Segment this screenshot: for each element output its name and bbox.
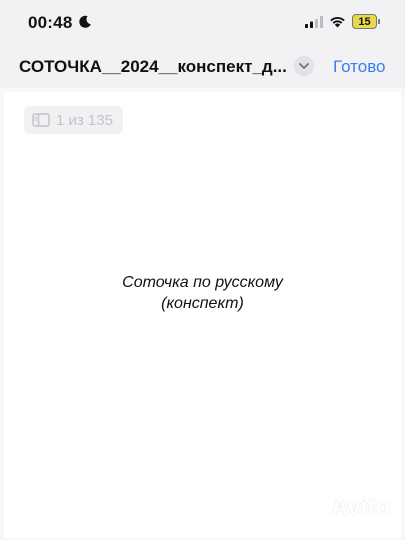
page-content: Соточка по русскому (конспект) xyxy=(4,272,401,314)
wifi-icon xyxy=(330,16,345,28)
status-bar: 00:48 15 xyxy=(0,0,405,44)
page-indicator[interactable]: 1 из 135 xyxy=(24,106,123,134)
battery-level: 15 xyxy=(358,15,371,28)
avito-logo-icon xyxy=(299,497,326,520)
status-time: 00:48 xyxy=(28,13,73,32)
page-title-line: Соточка по русскому xyxy=(122,274,283,291)
page-indicator-label: 1 из 135 xyxy=(56,111,113,129)
navigation-bar: СОТОЧКА__2024__конспект_д... Готово xyxy=(0,44,405,90)
watermark-text: Avito xyxy=(331,494,391,521)
battery-tip xyxy=(378,19,380,24)
document-viewer[interactable]: 1 из 135 Соточка по русскому (конспект) xyxy=(0,88,405,540)
document-title[interactable]: СОТОЧКА__2024__конспект_д... xyxy=(19,57,291,77)
avito-watermark: Avito xyxy=(297,494,390,522)
title-menu-button[interactable] xyxy=(294,56,314,76)
moon-icon xyxy=(79,15,91,28)
page-subtitle-line: (конспект) xyxy=(161,295,244,312)
battery-icon: 15 xyxy=(352,14,377,29)
document-page[interactable]: 1 из 135 Соточка по русскому (конспект) xyxy=(4,92,401,538)
cellular-signal-icon xyxy=(305,16,323,28)
chevron-down-icon xyxy=(299,63,309,69)
sidebar-icon xyxy=(32,113,50,127)
done-button[interactable]: Готово xyxy=(333,57,386,77)
